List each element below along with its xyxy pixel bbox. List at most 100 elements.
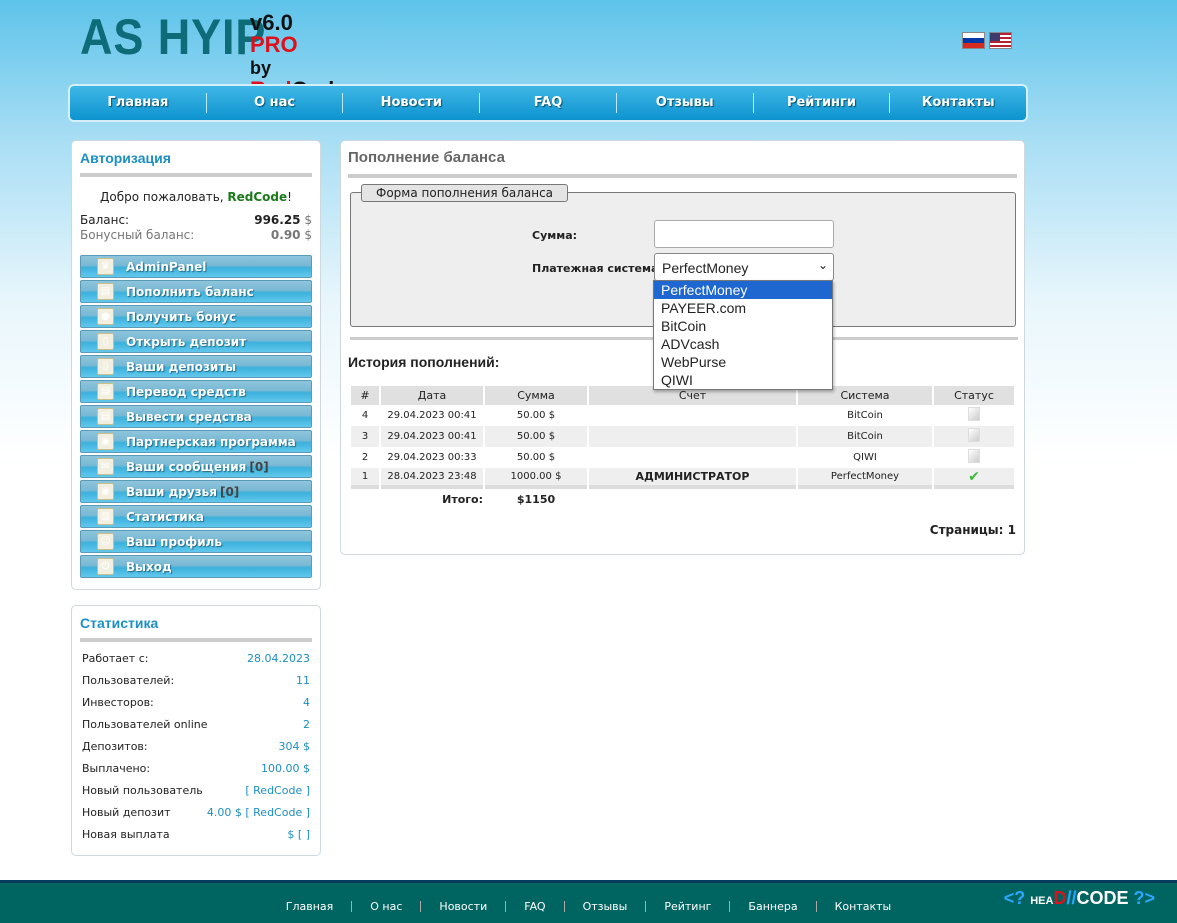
menu-item[interactable]: ▯ Ваши депозиты [80, 355, 312, 378]
footer-link[interactable]: Баннера [729, 900, 815, 912]
stat-value[interactable]: 2 [303, 718, 310, 731]
menu-item[interactable]: ◉ Партнерская программа [80, 430, 312, 453]
menu-item[interactable]: ▤ Пополнить баланс [80, 280, 312, 303]
stat-value[interactable]: 28.04.2023 [247, 652, 310, 665]
stat-label: Новый депозит [82, 805, 171, 819]
nav-item[interactable]: Контакты [889, 93, 1026, 113]
table-cell: ✔ [934, 468, 1014, 489]
pending-icon [968, 407, 980, 421]
table-cell [934, 447, 1014, 468]
footer-link[interactable]: Главная [268, 901, 352, 912]
payment-system-select[interactable]: PerfectMoney ⌄ [654, 253, 834, 281]
menu-item[interactable]: ▥ Статистика [80, 505, 312, 528]
table-row: 1 28.04.2023 23:48 1000.00 $ АДМИНИСТРАТОР P… [351, 468, 1014, 489]
stat-value[interactable]: 4 [303, 696, 310, 709]
column-header: Сумма [485, 386, 587, 405]
nav-item[interactable]: О нас [205, 93, 343, 113]
menu-item-label: Ваши друзья [126, 484, 217, 499]
nav-item[interactable]: FAQ [479, 93, 616, 113]
menu-item[interactable]: ⏻ Выход [80, 555, 312, 578]
menu-item[interactable]: ▯ Открыть депозит [80, 330, 312, 353]
stat-label: Пользователей online [82, 717, 208, 731]
table-cell: 1000.00 $ [485, 468, 587, 489]
stat-label: Депозитов: [82, 739, 148, 753]
menu-item-label: AdminPanel [126, 259, 207, 274]
amount-input[interactable] [654, 220, 834, 248]
auth-panel: Авторизация Добро пожаловать, RedCode! Б… [71, 140, 321, 590]
footer-link[interactable]: FAQ [505, 900, 563, 912]
stats-panel: Статистика Работает с: 28.04.2023 Пользова… [71, 605, 321, 856]
stat-value[interactable]: [ RedCode ] [245, 784, 310, 797]
stat-row: Пользователей online 2 [82, 713, 310, 735]
menu-item[interactable]: ▤ Вывести средства [80, 405, 312, 428]
user-menu: ♛ AdminPanel ▤ Пополнить баланс ● Получить бо… [80, 255, 312, 578]
stat-row: Новая выплата $ [ ] [82, 823, 310, 845]
footer-link[interactable]: О нас [351, 900, 420, 912]
menu-item[interactable]: ♛ AdminPanel [80, 255, 312, 278]
table-cell: 29.04.2023 00:41 [381, 426, 483, 447]
table-cell [589, 426, 796, 447]
stat-label: Выплачено: [82, 761, 151, 775]
dropdown-option[interactable]: PAYEER.com [654, 299, 832, 317]
footer-link[interactable]: Новости [420, 900, 505, 912]
money-add-icon: ▤ [97, 283, 114, 300]
form-legend: Форма пополнения баланса [361, 184, 569, 202]
ru-flag-icon[interactable] [962, 32, 985, 49]
dropdown-option[interactable]: ADVcash [654, 335, 832, 353]
stat-value[interactable]: 11 [296, 674, 310, 687]
stats-title: Статистика [80, 615, 312, 642]
stat-value[interactable]: $ [ ] [287, 828, 310, 841]
menu-item-count: [0] [249, 459, 269, 474]
menu-item-label: Пополнить баланс [126, 284, 254, 299]
stat-row: Инвесторов: 4 [82, 691, 310, 713]
stat-row: Работает с: 28.04.2023 [82, 647, 310, 669]
stat-row: Выплачено: 100.00 $ [82, 757, 310, 779]
menu-item[interactable]: ✉ Ваши сообщения [0] [80, 455, 312, 478]
total-value: $1150 [516, 493, 556, 506]
menu-item-label: Партнерская программа [126, 434, 296, 449]
us-flag-icon[interactable] [989, 32, 1012, 49]
chevron-down-icon: ⌄ [817, 258, 828, 272]
table-cell: BitCoin [798, 426, 932, 447]
table-cell: 3 [351, 426, 379, 447]
stat-value[interactable]: 4.00 $ [ RedCode ] [207, 806, 310, 819]
nav-item[interactable]: Отзывы [615, 93, 753, 113]
menu-item[interactable]: ● Получить бонус [80, 305, 312, 328]
menu-item[interactable]: ☺ Ваш профиль [80, 530, 312, 553]
crown-icon: ♛ [97, 258, 114, 275]
nav-item[interactable]: Рейтинги [752, 93, 890, 113]
dropdown-option[interactable]: WebPurse [654, 353, 832, 371]
menu-item-label: Статистика [126, 509, 204, 524]
dropdown-option[interactable]: QIWI [654, 371, 832, 389]
stat-label: Инвесторов: [82, 695, 154, 709]
envelope-icon: ✉ [97, 458, 114, 475]
table-cell: QIWI [853, 452, 877, 463]
table-cell: 28.04.2023 23:48 [381, 468, 483, 489]
menu-item[interactable]: ◉ Ваши друзья [0] [80, 480, 312, 503]
stat-value[interactable]: 304 $ [279, 740, 311, 753]
menu-item[interactable]: ▤ Перевод средств [80, 380, 312, 403]
total-row: Итого: $1150 [351, 489, 1014, 510]
table-cell: 2 [361, 452, 369, 463]
dropdown-option[interactable]: BitCoin [654, 317, 832, 335]
stat-value[interactable]: 100.00 $ [261, 762, 310, 775]
logo-title: AS HYIP [80, 9, 267, 65]
auth-title: Авторизация [80, 150, 312, 177]
nav-item[interactable]: Новости [342, 93, 479, 113]
table-cell: 29.04.2023 00:41 [387, 410, 477, 421]
footer: Главная О нас Новости FAQ Отзывы Рейтинг Банне… [0, 880, 1177, 923]
footer-link[interactable]: Отзывы [563, 900, 646, 912]
footer-link[interactable]: Контакты [815, 900, 910, 912]
stat-row: Депозитов: 304 $ [82, 735, 310, 757]
menu-item-label: Выход [126, 559, 172, 574]
footer-link[interactable]: Рейтинг [645, 900, 729, 912]
table-cell: PerfectMoney [798, 468, 932, 489]
table-cell: 4 [361, 410, 369, 421]
table-cell [934, 405, 1014, 426]
site-logo[interactable]: AS HYIP v6.0 PRO by RedCode [80, 8, 347, 101]
documents-icon: ▯ [97, 358, 114, 375]
table-cell: 50.00 $ [516, 410, 556, 421]
nav-item[interactable]: Главная [70, 93, 206, 113]
dropdown-option[interactable]: PerfectMoney [654, 281, 832, 299]
pagination[interactable]: Страницы: 1 [930, 523, 1016, 537]
